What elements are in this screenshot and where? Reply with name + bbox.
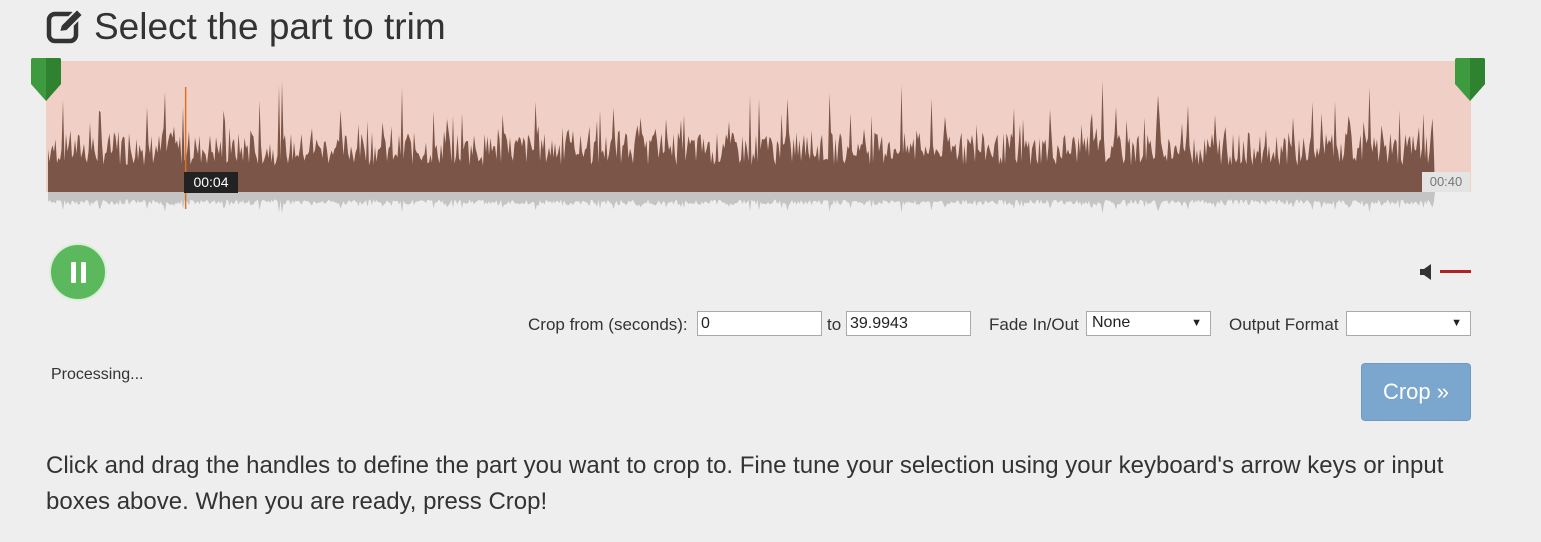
end-time-label: 00:40 <box>1422 172 1470 192</box>
speaker-icon[interactable] <box>1419 263 1435 281</box>
crop-to-input[interactable] <box>846 311 971 336</box>
volume-control[interactable] <box>1419 263 1472 281</box>
crop-from-input[interactable] <box>697 311 822 336</box>
crop-controls: Crop from (seconds): to Fade In/Out None… <box>0 311 1541 338</box>
volume-slider[interactable] <box>1440 270 1471 273</box>
current-time-label: 00:04 <box>184 172 238 193</box>
start-handle[interactable] <box>30 58 62 102</box>
help-text: Click and drag the handles to define the… <box>46 452 1444 515</box>
status-text: Processing... <box>51 366 144 383</box>
pause-icon <box>71 262 76 283</box>
edit-icon <box>46 7 84 44</box>
fade-select-value: None <box>1092 314 1131 331</box>
waveform-reflection <box>48 192 1435 214</box>
pause-button[interactable] <box>49 243 107 301</box>
dropdown-arrow-icon: ▼ <box>1191 317 1202 329</box>
output-format-select[interactable]: ▼ <box>1346 311 1471 336</box>
output-format-label: Output Format <box>1229 315 1339 334</box>
crop-button[interactable]: Crop » <box>1361 363 1471 421</box>
crop-from-label: Crop from (seconds): <box>528 315 688 334</box>
waveform[interactable] <box>46 61 1471 221</box>
dropdown-arrow-icon: ▼ <box>1451 317 1462 329</box>
end-handle[interactable] <box>1454 58 1486 102</box>
to-label: to <box>827 315 842 334</box>
waveform-path <box>48 81 1435 192</box>
page-header: Select the part to trim <box>46 4 446 48</box>
waveform-editor[interactable]: 00:04 00:40 <box>31 58 1485 221</box>
fade-label: Fade In/Out <box>989 315 1079 334</box>
page-title: Select the part to trim <box>94 5 446 47</box>
fade-select[interactable]: None ▼ <box>1086 311 1211 336</box>
